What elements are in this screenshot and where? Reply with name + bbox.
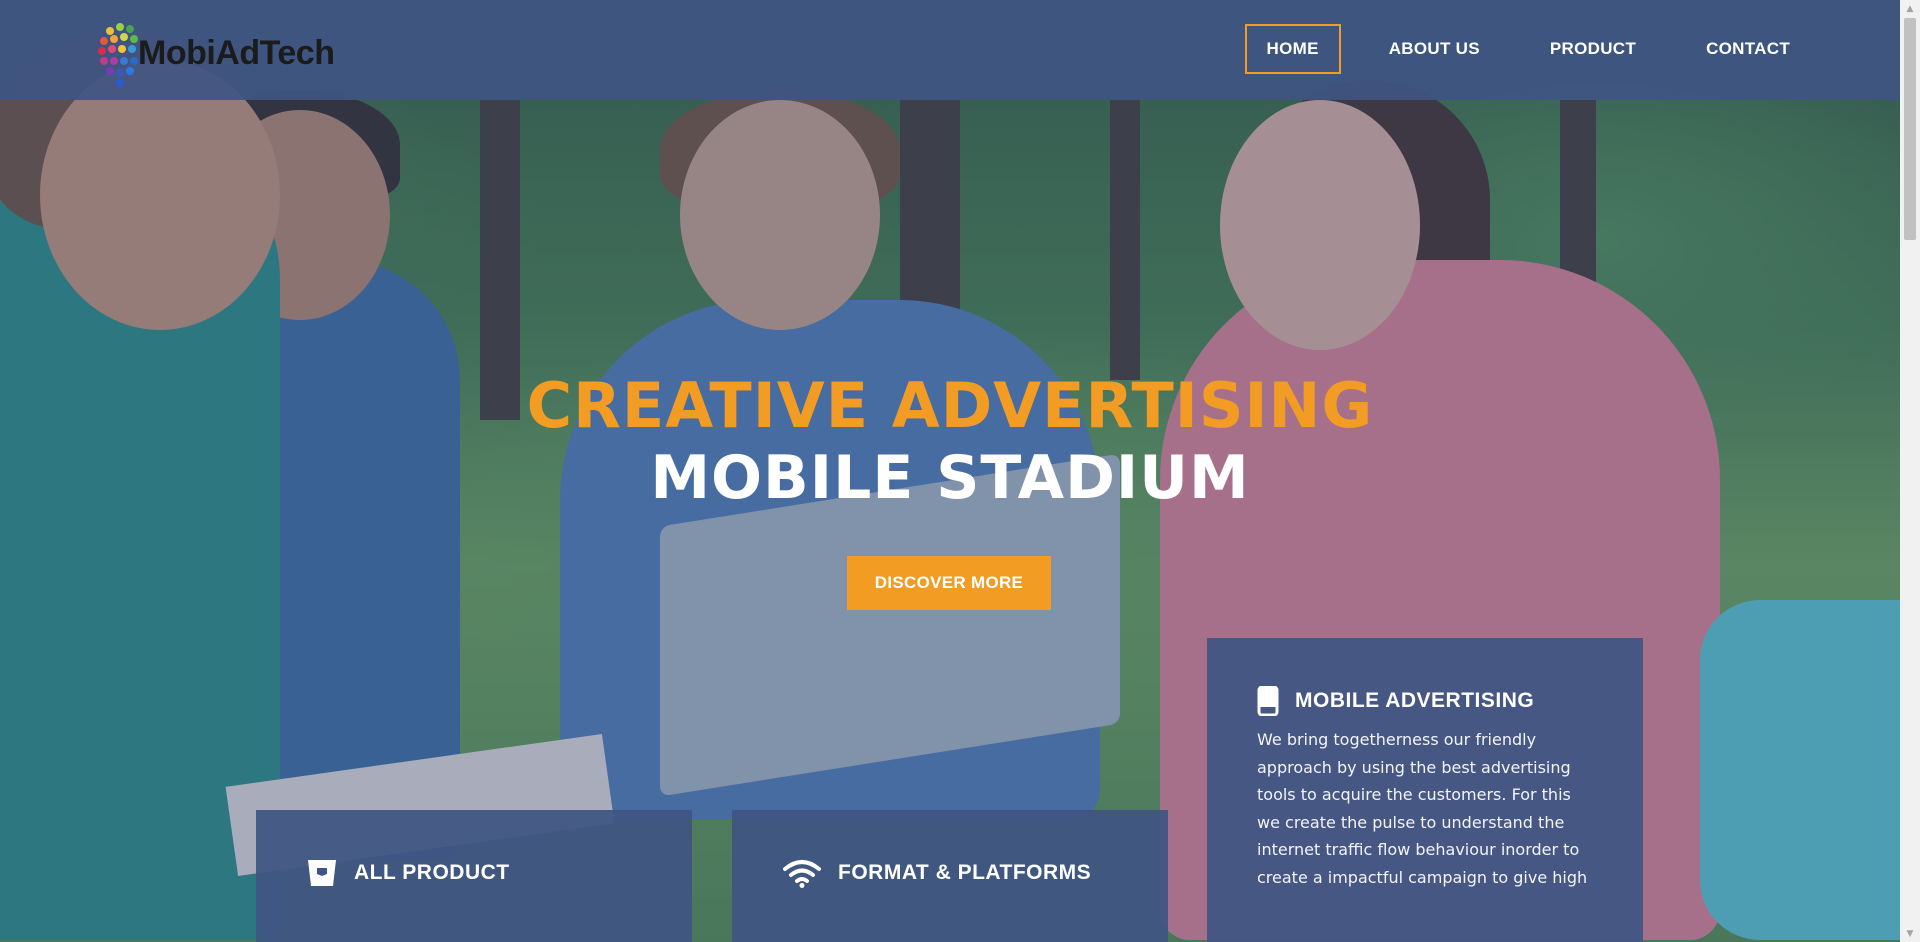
page-scrollbar[interactable]: ▲ ▼ [1900,0,1920,942]
all-product-title: ALL PRODUCT [354,861,510,884]
format-platforms-title: FORMAT & PLATFORMS [838,861,1092,884]
mobile-phone-icon [1257,686,1279,716]
hero-headline: CREATIVE ADVERTISING MOBILE STADIUM [0,370,1900,514]
scrollbar-thumb[interactable] [1904,18,1916,240]
scroll-up-arrow-icon[interactable]: ▲ [1900,0,1920,17]
site-header: MobiAdTech HOME ABOUT US PRODUCT CONTACT [0,0,1900,100]
format-platforms-card[interactable]: FORMAT & PLATFORMS [732,810,1168,942]
logo[interactable]: MobiAdTech [96,18,335,88]
scroll-down-arrow-icon[interactable]: ▼ [1900,925,1920,942]
hero-headline-primary: CREATIVE ADVERTISING [526,369,1374,442]
nav-product[interactable]: PRODUCT [1528,24,1658,74]
bucket-icon [306,858,338,888]
card-title: ALL PRODUCT [306,858,642,888]
all-product-card[interactable]: ALL PRODUCT [256,810,692,942]
mobile-advertising-title: MOBILE ADVERTISING [1295,689,1535,712]
logo-text: MobiAdTech [138,33,335,72]
globe-logo-icon [96,21,152,87]
nav-about-us[interactable]: ABOUT US [1367,24,1502,74]
card-title: MOBILE ADVERTISING [1257,686,1593,716]
wifi-icon [782,858,822,888]
card-title: FORMAT & PLATFORMS [782,858,1118,888]
nav-home[interactable]: HOME [1244,24,1341,74]
discover-more-button[interactable]: DISCOVER MORE [847,556,1051,610]
mobile-advertising-text: We bring togetherness our friendly appro… [1257,730,1588,887]
hero-headline-secondary: MOBILE STADIUM [650,443,1250,513]
mobile-advertising-card: MOBILE ADVERTISING We bring togetherness… [1207,638,1643,942]
nav-contact[interactable]: CONTACT [1684,24,1812,74]
main-nav: HOME ABOUT US PRODUCT CONTACT [1219,24,1812,74]
